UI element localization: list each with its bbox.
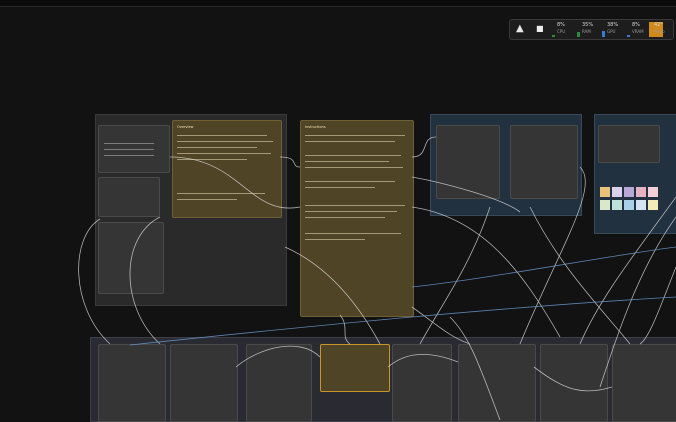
wire xyxy=(449,316,501,420)
node-canvas[interactable]: Overview Instructions xyxy=(0,7,676,422)
wire xyxy=(639,266,676,345)
top-bar xyxy=(0,0,676,7)
wire xyxy=(284,246,381,345)
wire xyxy=(78,218,111,345)
wire-blue xyxy=(411,246,676,288)
wire xyxy=(279,156,301,168)
wire-blue xyxy=(129,296,676,346)
connection-wires xyxy=(78,136,676,420)
wire xyxy=(411,176,521,213)
wire xyxy=(579,196,676,345)
wire xyxy=(411,206,561,338)
wire xyxy=(235,345,321,368)
wire xyxy=(129,216,161,345)
wire xyxy=(533,366,613,392)
wire xyxy=(529,206,631,345)
wire xyxy=(411,136,437,158)
wire xyxy=(519,166,586,345)
wire xyxy=(339,314,351,345)
wire xyxy=(169,156,301,209)
wire xyxy=(419,206,491,345)
wire xyxy=(599,216,676,388)
wire xyxy=(387,354,459,368)
